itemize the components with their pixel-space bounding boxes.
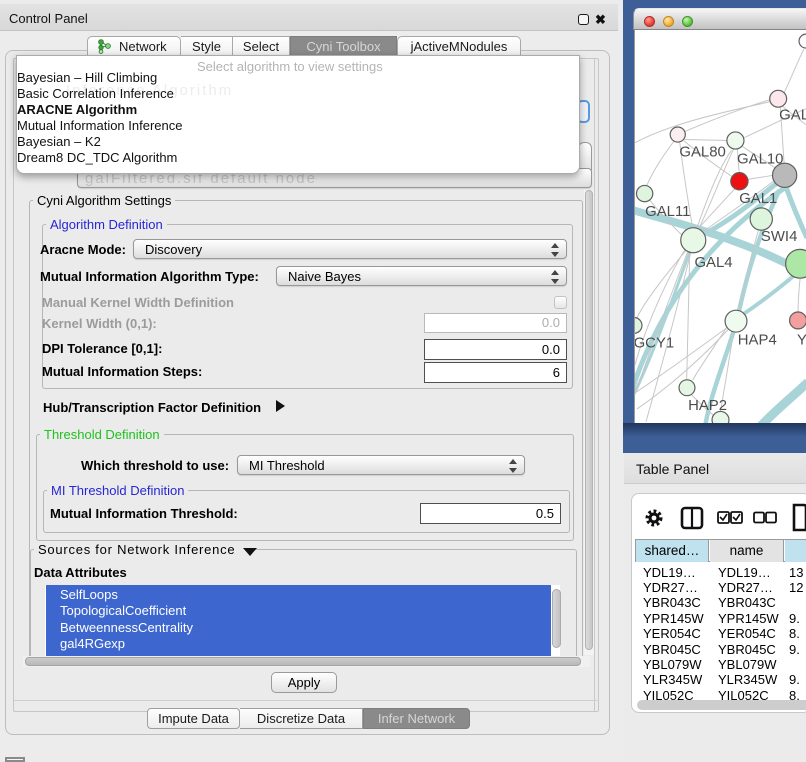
svg-text:GAL4: GAL4 — [694, 255, 732, 271]
svg-text:YJL: YJL — [797, 332, 806, 348]
svg-text:HAP2: HAP2 — [688, 398, 727, 414]
svg-text:GCY1: GCY1 — [634, 335, 674, 351]
svg-text:GAL2: GAL2 — [779, 108, 806, 124]
svg-text:GAL1: GAL1 — [739, 191, 777, 207]
svg-text:HAP4: HAP4 — [738, 332, 777, 348]
svg-text:GAL10: GAL10 — [737, 151, 783, 167]
svg-text:GAL80: GAL80 — [679, 144, 725, 160]
svg-text:GAL11: GAL11 — [645, 204, 690, 220]
svg-text:SWI4: SWI4 — [761, 229, 797, 245]
